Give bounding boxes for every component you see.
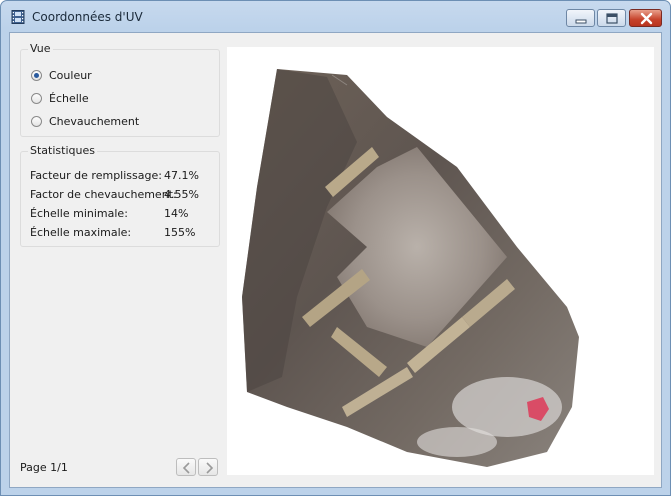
close-icon [640, 12, 653, 25]
stat-key: Échelle minimale: [30, 207, 128, 220]
chevron-right-icon [206, 462, 214, 474]
uv-texture-image [242, 69, 579, 467]
close-button[interactable] [629, 9, 662, 27]
radio-indicator[interactable] [31, 116, 42, 127]
view-option-label: Chevauchement [49, 115, 140, 128]
view-option-scale[interactable]: Échelle [31, 91, 211, 107]
maximize-icon [606, 13, 618, 24]
window-title: Coordonnées d'UV [32, 10, 143, 24]
page-indicator: Page 1/1 [20, 461, 68, 474]
view-option-overlap[interactable]: Chevauchement [31, 114, 211, 130]
view-group: Vue Couleur Échelle Chevauchement [20, 42, 220, 137]
stat-key: Facteur de remplissage: [30, 169, 162, 182]
client-area: Vue Couleur Échelle Chevauchement Statis… [9, 32, 662, 488]
minimize-icon [575, 19, 587, 24]
radio-indicator[interactable] [31, 93, 42, 104]
minimize-button[interactable] [566, 9, 595, 27]
stat-value: 47.1% [164, 169, 199, 182]
statistics-group-label: Statistiques [28, 144, 97, 157]
view-option-color[interactable]: Couleur [31, 68, 211, 84]
stat-min-scale: Échelle minimale: 14% [30, 207, 215, 221]
radio-selected-indicator[interactable] [31, 70, 42, 81]
stat-max-scale: Échelle maximale: 155% [30, 226, 215, 240]
title-bar[interactable]: Coordonnées d'UV [1, 1, 670, 31]
statistics-group: Statistiques Facteur de remplissage: 47.… [20, 144, 220, 247]
uv-texture-preview[interactable] [227, 47, 654, 475]
uv-coordinates-window: Coordonnées d'UV Vue Couleur Échelle Che… [0, 0, 671, 496]
stat-value: 155% [164, 226, 196, 239]
stat-overlap-factor: Factor de chevauchement: 4.55% [30, 188, 215, 202]
next-page-button[interactable] [198, 458, 218, 476]
chevron-left-icon [182, 462, 190, 474]
previous-page-button[interactable] [176, 458, 196, 476]
maximize-button[interactable] [597, 9, 626, 27]
stat-fill-factor: Facteur de remplissage: 47.1% [30, 169, 215, 183]
film-strip-icon [11, 10, 25, 24]
stat-key: Échelle maximale: [30, 226, 132, 239]
stat-key: Factor de chevauchement: [30, 188, 177, 201]
view-option-label: Couleur [49, 69, 92, 82]
stat-value: 4.55% [164, 188, 199, 201]
stat-value: 14% [164, 207, 189, 220]
view-option-label: Échelle [49, 92, 89, 105]
view-group-label: Vue [28, 42, 53, 55]
